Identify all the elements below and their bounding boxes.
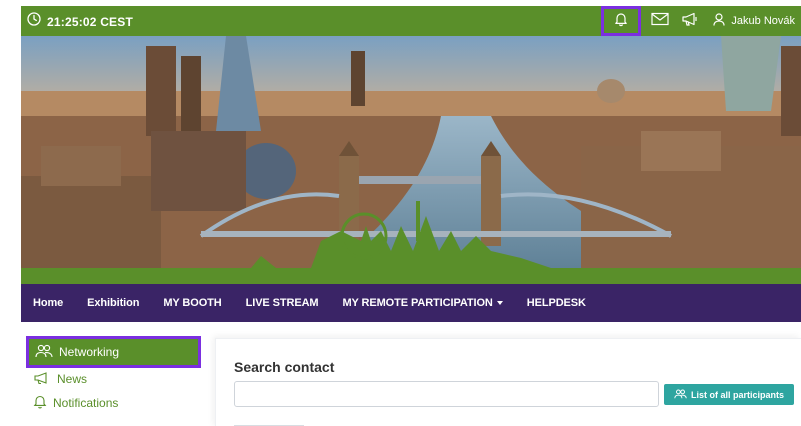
- search-contact-title: Search contact: [234, 359, 335, 375]
- nav-helpdesk[interactable]: HELPDESK: [515, 297, 598, 309]
- nav-my-remote-participation-label: MY REMOTE PARTICIPATION: [342, 297, 493, 309]
- clock: 21:25:02 CEST: [27, 12, 133, 31]
- sidebar-item-networking[interactable]: Networking: [26, 336, 201, 368]
- nav-my-remote-participation[interactable]: MY REMOTE PARTICIPATION: [330, 297, 514, 309]
- bell-icon: [613, 11, 629, 32]
- users-icon: [674, 389, 687, 401]
- caret-down-icon: [496, 301, 503, 306]
- megaphone-icon: [681, 12, 699, 31]
- top-bar: 21:25:02 CEST Jakub Novák: [21, 6, 801, 36]
- sidebar-item-notifications[interactable]: Notifications: [21, 390, 211, 416]
- notifications-bell-button[interactable]: [601, 6, 642, 36]
- clock-time: 21:25:02 CEST: [47, 14, 133, 29]
- clock-icon: [27, 12, 41, 31]
- messages-button[interactable]: [645, 6, 675, 36]
- sidebar: Networking News Notifications: [21, 322, 211, 426]
- envelope-icon: [651, 12, 670, 31]
- left-gutter: [0, 0, 21, 426]
- megaphone-icon: [33, 371, 51, 387]
- main-nav: Home Exhibition MY BOOTH LIVE STREAM MY …: [21, 284, 801, 322]
- sidebar-item-label: Notifications: [53, 396, 119, 410]
- page: 21:25:02 CEST Jakub Novák Home Exhibitio…: [0, 0, 801, 426]
- user-menu[interactable]: Jakub Novák: [713, 13, 795, 29]
- sidebar-item-label: News: [57, 372, 88, 386]
- user-icon: [713, 13, 726, 29]
- list-all-participants-button[interactable]: List of all participants: [664, 384, 794, 405]
- banner-green-strip: [21, 276, 801, 284]
- search-contact-input[interactable]: [234, 381, 659, 407]
- list-all-participants-label: List of all participants: [690, 389, 784, 400]
- bell-icon: [33, 394, 47, 412]
- nav-home[interactable]: Home: [21, 297, 75, 309]
- nav-my-booth[interactable]: MY BOOTH: [151, 297, 233, 309]
- top-icons: Jakub Novák: [601, 6, 801, 36]
- sidebar-item-label: Networking: [59, 345, 120, 359]
- london-skyline-banner: [21, 36, 801, 276]
- nav-live-stream[interactable]: LIVE STREAM: [234, 297, 331, 309]
- announcements-button[interactable]: [675, 6, 705, 36]
- sidebar-item-news[interactable]: News: [21, 368, 211, 390]
- search-contact-card: Search contact List of all participants: [215, 338, 801, 426]
- nav-exhibition[interactable]: Exhibition: [75, 297, 151, 309]
- user-name: Jakub Novák: [731, 15, 795, 27]
- users-icon: [35, 344, 53, 361]
